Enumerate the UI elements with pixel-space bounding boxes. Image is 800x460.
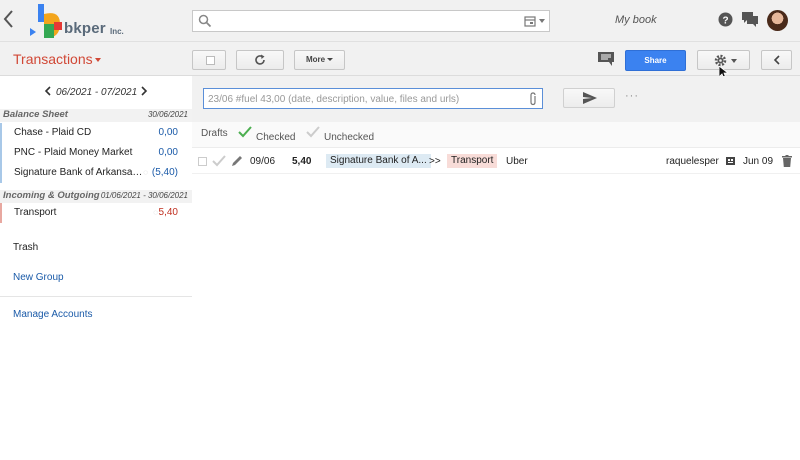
- search-bar[interactable]: [192, 10, 550, 32]
- top-bar: bkper Inc. My book ?: [0, 0, 800, 42]
- search-input[interactable]: [217, 13, 507, 29]
- filter-checked[interactable]: Checked: [238, 126, 295, 143]
- caret-down-icon: [94, 58, 101, 63]
- group-name: Incoming & Outgoing: [3, 190, 100, 201]
- chevron-right-icon[interactable]: [140, 84, 148, 99]
- chat-icon[interactable]: [742, 12, 758, 27]
- transaction-arrow: >>: [429, 156, 441, 167]
- logo-suffix: Inc.: [110, 27, 124, 36]
- pending-icon: ◌: [143, 168, 148, 177]
- checkbox-icon: [206, 56, 215, 65]
- transaction-date: 09/06: [250, 156, 276, 167]
- account-balance: 5,40: [158, 207, 178, 218]
- check-icon: [238, 126, 252, 138]
- chevron-left-icon[interactable]: [44, 84, 52, 99]
- transaction-composer[interactable]: [203, 88, 543, 109]
- account-item[interactable]: Signature Bank of Arkansa… ◌ (5,40): [0, 163, 192, 183]
- composer-area: ···: [192, 76, 800, 122]
- account-name: PNC - Plaid Money Market: [14, 147, 133, 158]
- more-button[interactable]: More: [294, 50, 345, 70]
- trash-icon[interactable]: [782, 155, 792, 167]
- main-panel: ··· Drafts Checked Unchecked 09/06 5,40 …: [192, 76, 800, 460]
- filter-checked-label: Checked: [256, 132, 296, 143]
- account-name: Signature Bank of Arkansa…: [14, 167, 143, 178]
- period-range[interactable]: 06/2021 - 07/2021: [56, 87, 137, 98]
- avatar[interactable]: [767, 10, 788, 31]
- transaction-to-account[interactable]: Transport: [447, 154, 498, 168]
- book-name[interactable]: My book: [615, 14, 657, 26]
- transaction-description: Uber: [506, 156, 528, 167]
- pending-icon: ◌: [153, 208, 158, 217]
- filter-unchecked[interactable]: Unchecked: [306, 126, 374, 143]
- new-group-link[interactable]: New Group: [13, 272, 64, 283]
- svg-text:?: ?: [722, 16, 728, 27]
- group-header-balance-sheet[interactable]: Balance Sheet 30/06/2021: [0, 109, 192, 122]
- filter-unchecked-label: Unchecked: [324, 132, 375, 143]
- account-item[interactable]: Transport ◌ 5,40: [0, 203, 192, 223]
- toolbar: Transactions More Share: [0, 42, 800, 76]
- account-balance: 0,00: [158, 147, 178, 158]
- comment-icon[interactable]: [598, 52, 614, 66]
- check-icon: [306, 126, 320, 138]
- help-icon[interactable]: ?: [718, 12, 733, 27]
- row-checkbox[interactable]: [198, 157, 207, 166]
- account-name: Transport: [14, 207, 57, 218]
- account-item[interactable]: Chase - Plaid CD 0,00: [0, 123, 192, 143]
- send-icon: [583, 92, 597, 104]
- caret-down-icon: [327, 58, 334, 62]
- account-item[interactable]: PNC - Plaid Money Market 0,00: [0, 143, 192, 163]
- check-icon[interactable]: [212, 154, 226, 167]
- logo-wordmark: bkper: [64, 20, 106, 37]
- group-date: 01/06/2021 - 30/06/2021: [100, 191, 188, 200]
- transaction-input[interactable]: [208, 92, 528, 106]
- refresh-icon: [255, 54, 265, 65]
- manage-accounts-link[interactable]: Manage Accounts: [13, 309, 93, 320]
- sidebar: 06/2021 - 07/2021 Balance Sheet 30/06/20…: [0, 76, 192, 460]
- account-balance: (5,40): [151, 167, 178, 178]
- transaction-from-account[interactable]: Signature Bank of A...: [326, 154, 431, 168]
- chevron-down-icon: [731, 59, 737, 63]
- calendar-icon[interactable]: [524, 15, 536, 27]
- filter-drafts[interactable]: Drafts: [201, 128, 228, 139]
- divider: [0, 296, 192, 297]
- select-all-button[interactable]: [192, 50, 226, 70]
- group-date: 30/06/2021: [147, 110, 188, 119]
- chevron-left-icon: [773, 55, 780, 65]
- trash-link[interactable]: Trash: [13, 242, 38, 253]
- bkper-logo[interactable]: bkper Inc.: [30, 2, 130, 40]
- pencil-icon[interactable]: [230, 154, 244, 168]
- transaction-posted-date: Jun 09: [743, 156, 774, 167]
- back-arrow-icon[interactable]: [2, 8, 16, 30]
- more-button-label: More: [305, 55, 326, 64]
- account-balance: 0,00: [158, 127, 178, 138]
- section-title: Transactions: [13, 51, 93, 67]
- account-name: Chase - Plaid CD: [14, 127, 92, 138]
- group-header-incoming-outgoing[interactable]: Incoming & Outgoing 01/06/2021 - 30/06/2…: [0, 190, 192, 203]
- chevron-down-icon[interactable]: [539, 19, 545, 23]
- more-options-icon[interactable]: ···: [625, 90, 639, 102]
- share-button[interactable]: Share: [625, 50, 686, 71]
- send-button[interactable]: [563, 88, 615, 108]
- filter-bar: Drafts Checked Unchecked: [192, 122, 800, 148]
- group-name: Balance Sheet: [3, 109, 68, 120]
- search-icon: [198, 14, 212, 28]
- table-row[interactable]: 09/06 5,40 Signature Bank of A... >> Tra…: [192, 149, 800, 174]
- transaction-amount: 5,40: [292, 156, 312, 167]
- section-menu[interactable]: Transactions: [13, 51, 101, 67]
- robot-icon: [726, 157, 735, 165]
- paperclip-icon[interactable]: [529, 92, 538, 106]
- transaction-user: raquelesper: [666, 156, 719, 167]
- refresh-button[interactable]: [236, 50, 284, 70]
- collapse-panel-button[interactable]: [761, 50, 792, 70]
